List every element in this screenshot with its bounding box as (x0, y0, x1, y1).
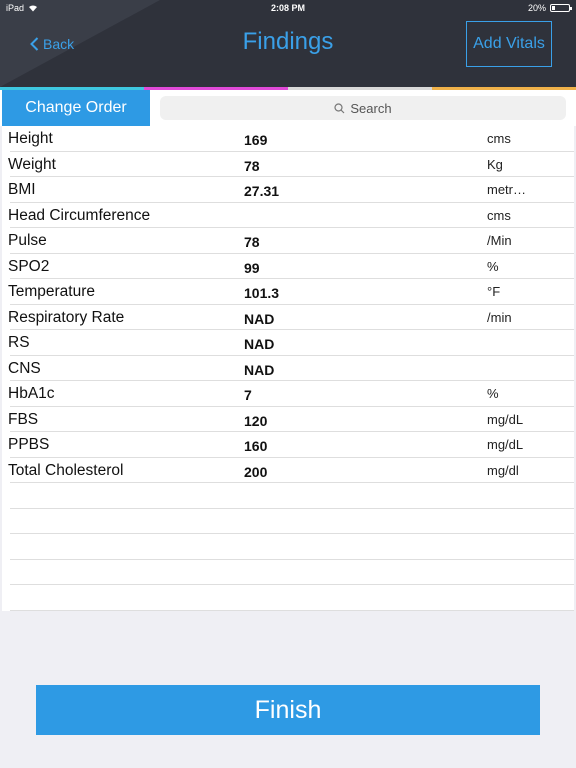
table-row[interactable]: Head Circumference cms (8, 203, 574, 228)
finish-button[interactable]: Finish (36, 685, 540, 735)
finding-value: 101.3 (244, 285, 280, 301)
finding-name: PPBS (8, 436, 50, 453)
finding-name: RS (8, 334, 30, 351)
table-row[interactable] (10, 509, 574, 534)
table-row[interactable]: Temperature 101.3 °F (8, 279, 574, 305)
table-row[interactable]: SPO2 99% (8, 254, 574, 279)
finding-name: Height (8, 130, 53, 147)
finding-name: Pulse (8, 232, 47, 249)
finding-unit: /min (487, 309, 512, 325)
findings-table: Height 169 cms Weight 78 Kg BMI 27.31 metr… Head … (2, 126, 574, 611)
finding-name: Respiratory Rate (8, 308, 125, 326)
finding-name: BMI (8, 181, 36, 198)
change-order-button[interactable]: Change Order (2, 90, 150, 126)
finding-value: 169 (244, 132, 268, 148)
table-row[interactable]: CNS NAD (8, 356, 574, 381)
table-row[interactable]: FBS 120 mg/dL (8, 407, 574, 432)
table-row[interactable]: PPBS 160 mg/dL (8, 432, 574, 458)
finding-name: Total Cholesterol (8, 461, 124, 479)
table-row[interactable]: BMI 27.31 metr… (8, 177, 574, 203)
finding-value: 160 (244, 438, 268, 454)
table-row[interactable]: HbA1c 7% (8, 381, 574, 407)
table-row[interactable] (10, 585, 574, 611)
finding-unit: °F (487, 284, 501, 299)
finding-value: 78 (244, 157, 260, 174)
nav-header: iPad 2:08 PM 20% Back Findings Add Vital… (0, 0, 576, 87)
finding-name: Temperature (8, 283, 96, 300)
table-row[interactable]: Weight 78 Kg (8, 152, 574, 177)
toolbar: Change Order Search (0, 90, 576, 126)
finding-unit: /Min (487, 233, 512, 248)
finding-value: 200 (244, 463, 268, 480)
finding-unit: Kg (487, 156, 503, 172)
finding-value: 99 (244, 259, 260, 276)
finding-value: NAD (244, 336, 275, 352)
table-row[interactable]: Total Cholesterol 200 mg/dl (8, 458, 574, 483)
finding-unit: mg/dL (487, 437, 524, 452)
finding-name: Weight (8, 155, 56, 173)
table-row[interactable]: Height 169 cms (8, 126, 574, 152)
finding-value: 7 (244, 387, 252, 403)
finding-unit: cms (487, 207, 511, 223)
status-bar: iPad 2:08 PM 20% (0, 0, 576, 16)
table-row[interactable] (10, 534, 574, 560)
add-vitals-button[interactable]: Add Vitals (466, 21, 552, 67)
finding-unit: metr… (487, 182, 526, 197)
finding-name: HbA1c (8, 385, 55, 402)
search-placeholder: Search (350, 100, 392, 116)
finding-name: FBS (8, 410, 39, 428)
finding-unit: cms (487, 131, 511, 146)
battery-percent: 20% (527, 3, 546, 13)
finding-value: 78 (244, 234, 260, 250)
finding-value: 27.31 (244, 183, 280, 199)
finding-name: Head Circumference (8, 206, 151, 224)
search-input[interactable]: Search (160, 96, 566, 120)
status-right: 20% (527, 3, 572, 13)
table-row[interactable]: RS NAD (8, 330, 574, 356)
battery-icon (550, 4, 572, 12)
status-time: 2:08 PM (270, 3, 305, 13)
table-row[interactable] (10, 560, 574, 585)
table-row[interactable] (10, 483, 574, 509)
finding-name: CNS (8, 359, 41, 377)
finding-name: SPO2 (8, 257, 50, 275)
search-icon (334, 102, 345, 113)
table-row[interactable]: Respiratory Rate NAD/min (8, 305, 574, 330)
finding-value: NAD (244, 310, 275, 327)
finding-unit: mg/dl (487, 462, 519, 478)
finding-unit: % (487, 386, 499, 401)
finding-unit: % (487, 258, 499, 274)
finding-unit: mg/dL (487, 411, 524, 427)
finding-value: 120 (244, 412, 268, 429)
table-row[interactable]: Pulse 78/Min (8, 228, 574, 254)
finding-value: NAD (244, 361, 275, 378)
